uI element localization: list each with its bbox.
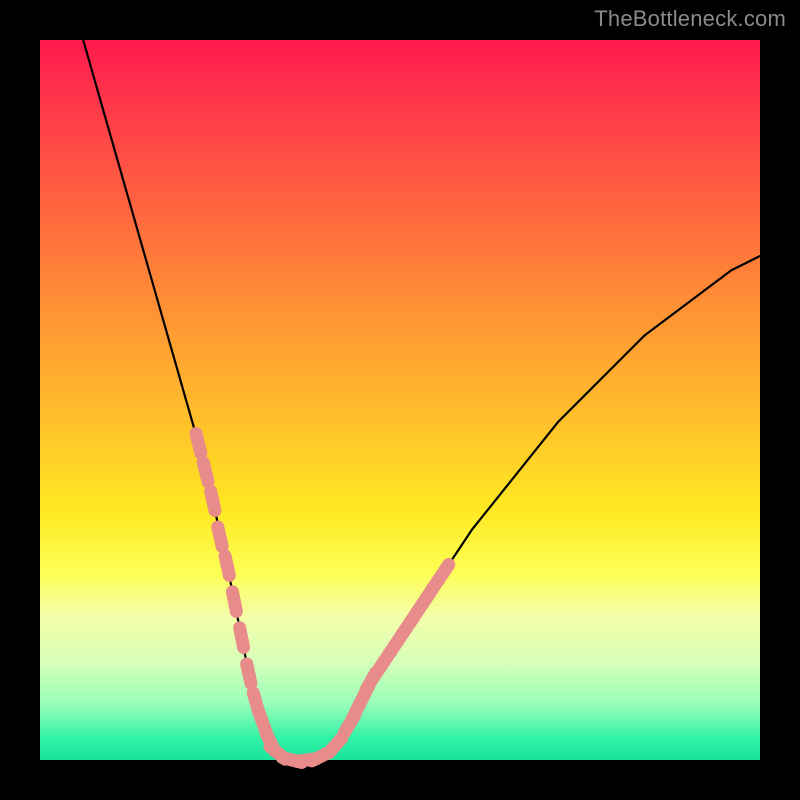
plot-area <box>40 40 760 760</box>
marker-group <box>196 434 449 763</box>
data-marker <box>240 628 244 648</box>
data-marker <box>218 527 222 547</box>
data-marker <box>232 592 236 612</box>
data-marker <box>438 564 449 581</box>
data-marker <box>329 738 342 753</box>
data-marker <box>247 664 251 684</box>
data-marker <box>203 462 208 481</box>
data-marker <box>225 556 229 576</box>
data-marker <box>196 434 201 453</box>
chart-frame: TheBottleneck.com <box>0 0 800 800</box>
bottleneck-curve <box>83 40 760 760</box>
curve-path-group <box>83 40 760 760</box>
data-marker <box>211 491 215 511</box>
chart-svg <box>40 40 760 760</box>
watermark-text: TheBottleneck.com <box>594 6 786 32</box>
